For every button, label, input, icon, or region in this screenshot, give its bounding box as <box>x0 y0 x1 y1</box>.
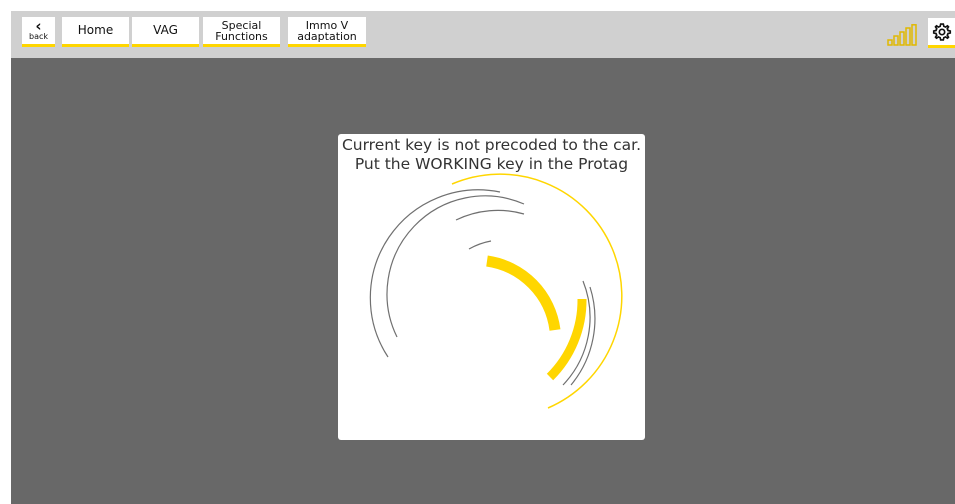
gear-icon <box>932 22 951 41</box>
tab-vag[interactable]: VAG <box>132 17 199 47</box>
tab-immo-v-adaptation-label: Immo V adaptation <box>297 18 357 43</box>
status-dialog: Current key is not precoded to the car. … <box>338 134 645 440</box>
chevron-left-icon: ‹ <box>35 17 42 35</box>
status-message-line-1: Current key is not precoded to the car. <box>341 136 642 154</box>
settings-button[interactable] <box>928 18 955 48</box>
tab-special-functions[interactable]: Special Functions <box>203 17 280 47</box>
spinner-arc-top-gray <box>455 209 525 221</box>
top-toolbar: ‹ back Home VAG Special Functions Immo V… <box>11 11 955 58</box>
spinner-arc-thick-yellow-1 <box>486 255 561 331</box>
tab-home[interactable]: Home <box>62 17 129 47</box>
back-button[interactable]: ‹ back <box>22 17 55 47</box>
window-left-edge <box>0 0 11 504</box>
spinner-arc-small-gray <box>468 240 492 250</box>
tab-special-functions-label: Special Functions <box>215 18 268 43</box>
main-content-area: Current key is not precoded to the car. … <box>11 58 955 504</box>
tab-vag-label: VAG <box>153 23 178 37</box>
tab-home-label: Home <box>77 23 114 37</box>
loading-spinner <box>369 173 623 409</box>
back-label: back <box>28 32 48 41</box>
signal-strength-icon <box>887 24 917 46</box>
tab-immo-v-adaptation[interactable]: Immo V adaptation <box>288 17 366 47</box>
